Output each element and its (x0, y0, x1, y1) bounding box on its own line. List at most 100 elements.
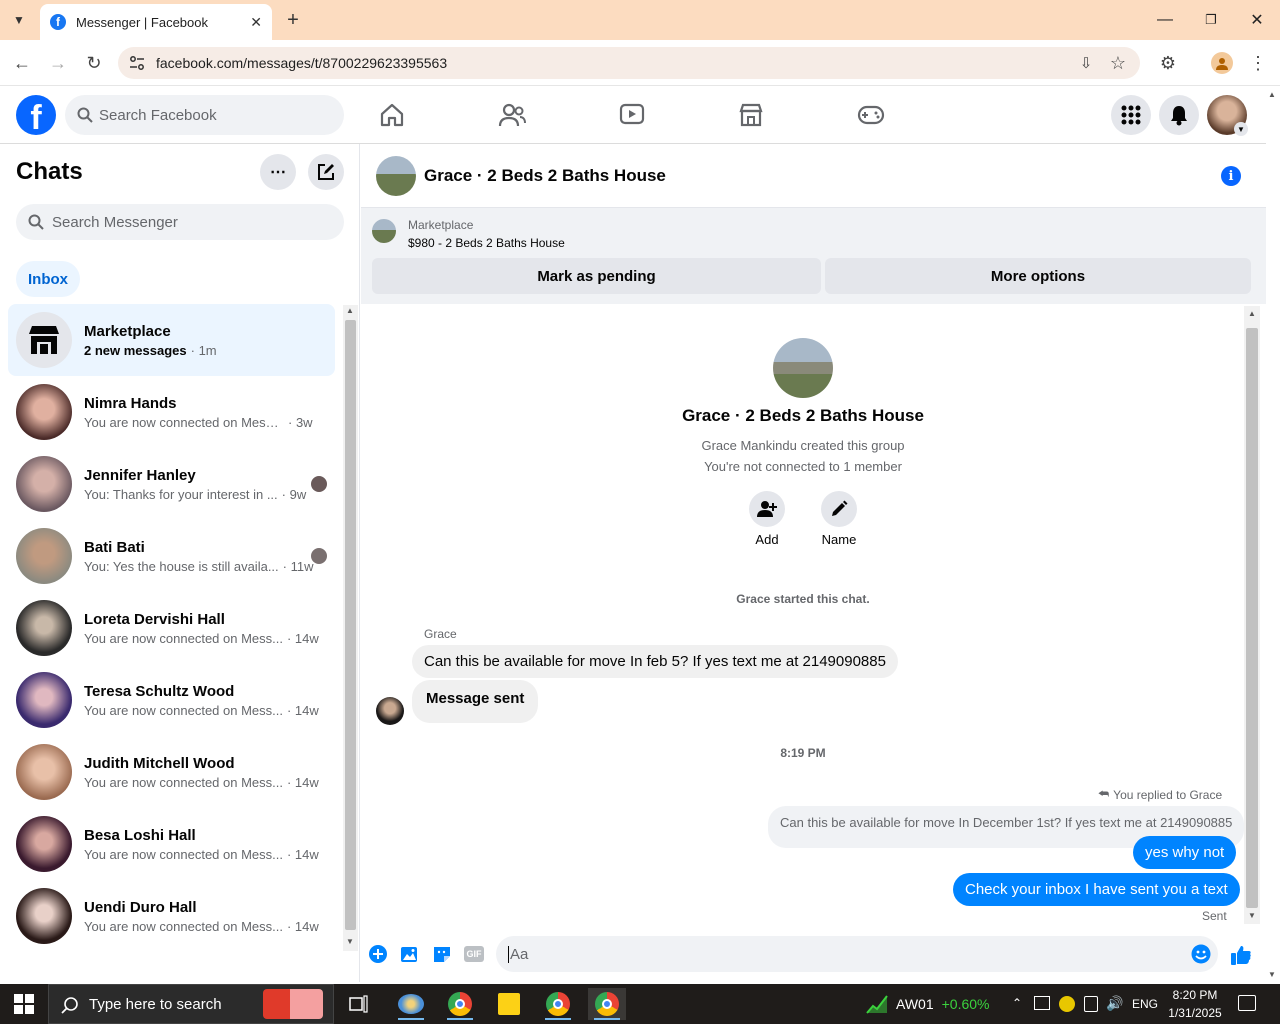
hidden-icons-chevron-icon[interactable]: ⌃ (1012, 996, 1022, 1010)
video-icon[interactable] (617, 100, 647, 130)
add-member-button[interactable] (749, 491, 785, 527)
scroll-up-arrow-icon[interactable]: ▲ (346, 306, 354, 315)
chat-time: · 14w (286, 918, 319, 934)
site-info-icon[interactable] (128, 54, 146, 72)
language-indicator[interactable]: ENG (1132, 997, 1158, 1011)
volume-icon[interactable]: 🔊 (1106, 995, 1123, 1012)
scroll-up-arrow-icon[interactable]: ▲ (1248, 309, 1256, 318)
menu-grid-icon[interactable] (1111, 95, 1151, 135)
address-bar[interactable]: facebook.com/messages/t/8700229623395563 (118, 47, 1140, 79)
friends-icon[interactable] (497, 100, 527, 130)
listing-title[interactable]: $980 - 2 Beds 2 Baths House (408, 236, 565, 250)
like-thumbs-up-icon[interactable] (1230, 944, 1252, 966)
marketplace-label: Marketplace (408, 218, 474, 232)
page-scroll-down-icon[interactable]: ▼ (1268, 970, 1276, 979)
taskbar-search-input[interactable]: Type here to search (48, 984, 334, 1024)
sticker-icon[interactable] (432, 944, 452, 964)
avatar (16, 384, 72, 440)
chat-name: Loreta Dervishi Hall (84, 610, 225, 628)
extensions-icon[interactable]: ⚙ (1156, 52, 1180, 74)
stock-widget[interactable]: AW01 +0.60% (866, 994, 989, 1014)
windows-start-icon[interactable] (14, 994, 34, 1014)
new-tab-icon[interactable]: + (282, 8, 304, 32)
emoji-icon[interactable] (1191, 944, 1211, 964)
task-view-icon[interactable] (340, 988, 378, 1020)
chat-item-loreta-dervishi-hall[interactable]: Loreta Dervishi Hall You are now connect… (8, 592, 335, 664)
chat-name: Bati Bati (84, 538, 145, 556)
avatar (16, 744, 72, 800)
scroll-down-arrow-icon[interactable]: ▼ (1248, 911, 1256, 920)
close-window-icon[interactable]: ✕ (1242, 8, 1272, 32)
taskbar-chrome-profile-icon[interactable] (539, 988, 577, 1020)
chat-item-bati-bati[interactable]: Bati Bati You: Yes the house is still av… (8, 520, 335, 592)
security-badge-icon[interactable] (1059, 996, 1075, 1012)
browser-tab[interactable]: f Messenger | Facebook ✕ (40, 4, 272, 40)
chat-preview: You are now connected on Mess... (84, 774, 283, 790)
notifications-bell-icon[interactable] (1159, 95, 1199, 135)
install-app-icon[interactable]: ⇩ (1074, 52, 1098, 74)
reload-icon[interactable]: ↻ (82, 52, 106, 74)
facebook-search-input[interactable]: Search Facebook (65, 95, 344, 135)
attach-photo-icon[interactable] (400, 944, 420, 964)
sender-avatar[interactable] (376, 697, 404, 725)
gif-icon[interactable]: GIF (464, 944, 484, 964)
home-icon[interactable] (377, 100, 407, 130)
close-tab-icon[interactable]: ✕ (250, 14, 262, 31)
chat-item-uendi-duro-hall[interactable]: Uendi Duro Hall You are now connected on… (8, 880, 335, 952)
network-icon[interactable] (1034, 996, 1050, 1010)
mark-as-pending-button[interactable]: Mark as pending (372, 258, 821, 294)
profile-avatar-icon[interactable] (1211, 52, 1233, 74)
incoming-message[interactable]: Message sent (412, 680, 539, 723)
new-message-button[interactable] (308, 154, 344, 190)
inbox-filter-tab[interactable]: Inbox (16, 261, 80, 297)
chat-preview: You are now connected on Messe... (84, 414, 284, 430)
scroll-down-arrow-icon[interactable]: ▼ (346, 937, 354, 946)
notification-center-icon[interactable] (1238, 995, 1256, 1011)
chat-item-nimra-hands[interactable]: Nimra Hands You are now connected on Mes… (8, 376, 335, 448)
chat-item-marketplace[interactable]: Marketplace 2 new messages · 1m (8, 304, 335, 376)
facebook-logo-icon[interactable]: f (16, 95, 56, 135)
forward-arrow-icon[interactable]: → (46, 52, 70, 74)
conversation-title[interactable]: Grace · 2 Beds 2 Baths House (424, 166, 666, 186)
clock-time[interactable]: 8:20 PM (1166, 988, 1224, 1002)
chat-item-teresa-schultz-wood[interactable]: Teresa Schultz Wood You are now connecte… (8, 664, 335, 736)
url-text: facebook.com/messages/t/8700229623395563 (156, 55, 448, 71)
display-icon[interactable] (1084, 996, 1098, 1012)
chat-preview: You: Yes the house is still availa... (84, 558, 279, 574)
chat-item-jennifer-hanley[interactable]: Jennifer Hanley You: Thanks for your int… (8, 448, 335, 520)
outgoing-message[interactable]: Check your inbox I have sent you a text (953, 873, 1240, 906)
messenger-search-input[interactable]: Search Messenger (16, 204, 344, 240)
minimize-window-icon[interactable]: — (1150, 8, 1180, 32)
edit-name-button[interactable] (821, 491, 857, 527)
listing-thumbnail[interactable] (372, 219, 396, 243)
back-arrow-icon[interactable]: ← (10, 52, 34, 74)
chat-item-judith-mitchell-wood[interactable]: Judith Mitchell Wood You are now connect… (8, 736, 335, 808)
bookmark-star-icon[interactable]: ☆ (1106, 52, 1130, 74)
tab-list-chevron-icon[interactable]: ▼ (8, 10, 30, 30)
restore-window-icon[interactable]: ❐ (1196, 8, 1226, 32)
clock-date[interactable]: 1/31/2025 (1164, 1006, 1226, 1020)
gaming-icon[interactable] (856, 100, 886, 130)
account-chevron-icon[interactable]: ▼ (1234, 122, 1248, 136)
conversation-avatar[interactable] (376, 156, 416, 196)
taskbar-sticky-notes-icon[interactable] (490, 988, 528, 1020)
marketplace-icon[interactable] (736, 100, 766, 130)
message-input[interactable]: Aa (496, 936, 1218, 972)
chat-preview: You are now connected on Mess... (84, 630, 283, 646)
browser-menu-icon[interactable]: ⋮ (1246, 52, 1270, 74)
messages-scroll-thumb[interactable] (1246, 328, 1258, 908)
chat-options-button[interactable]: ⋯ (260, 154, 296, 190)
outgoing-message[interactable]: yes why not (1133, 836, 1237, 869)
more-options-button[interactable]: More options (825, 258, 1251, 294)
group-avatar[interactable] (773, 338, 833, 398)
stock-name: AW01 (896, 996, 934, 1012)
chat-list-scroll-thumb[interactable] (345, 320, 356, 930)
more-actions-plus-icon[interactable] (368, 944, 388, 964)
page-scroll-up-icon[interactable]: ▲ (1268, 90, 1276, 99)
conversation-info-icon[interactable]: i (1221, 166, 1241, 186)
taskbar-app-paint-icon[interactable] (392, 988, 430, 1020)
chat-item-besa-loshi-hall[interactable]: Besa Loshi Hall You are now connected on… (8, 808, 335, 880)
taskbar-chrome-icon[interactable] (441, 988, 479, 1020)
incoming-message[interactable]: Can this be available for move In feb 5?… (412, 645, 898, 678)
taskbar-chrome-active-icon[interactable] (588, 988, 626, 1020)
